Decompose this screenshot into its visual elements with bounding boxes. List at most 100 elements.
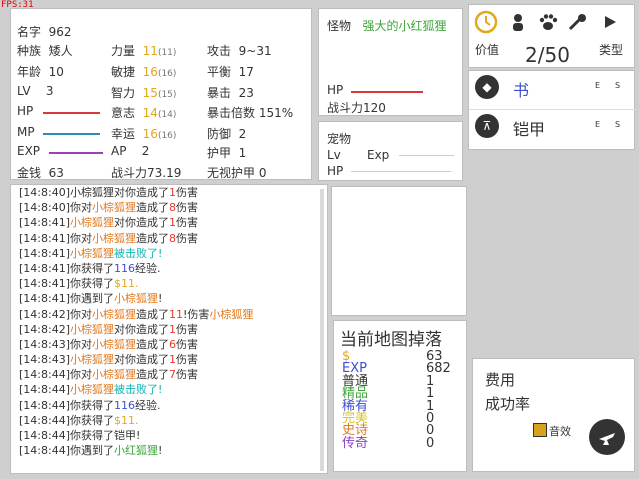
log-segment: 小红狐狸 <box>114 444 158 458</box>
sort-type-label[interactable]: 类型 <box>599 41 623 58</box>
stat-armor: 护甲 1 <box>207 146 247 160</box>
log-segment: 1 <box>169 216 176 230</box>
stat-int: 智力 15(15) <box>111 86 177 100</box>
stat-agi: 敏捷 16(16) <box>111 65 177 79</box>
craft-button[interactable] <box>589 419 625 455</box>
player-exp-bar <box>49 152 103 154</box>
log-segment: $11. <box>114 277 139 291</box>
monster-power: 战斗力120 <box>327 101 386 115</box>
log-segment: 小棕狐狸 <box>70 383 114 397</box>
log-segment: 7 <box>169 368 176 382</box>
comet-icon <box>568 14 586 31</box>
log-entry: [14:8:41]你遇到了小棕狐狸! <box>11 291 327 306</box>
log-segment: 小棕狐狸 <box>92 368 136 382</box>
item-name: 书 <box>513 81 530 100</box>
player-level: 3 <box>45 84 54 98</box>
log-segment: [14:8:40]小棕狐狸对你造成了 <box>19 186 169 199</box>
sell-button[interactable]: S <box>615 120 620 129</box>
map-drops-panel: 当前地图掉落 $63 EXP 682 普通 1 精品 1 稀有 1 完美 0 史诗 0 传奇 0 <box>333 320 467 472</box>
anvil-icon <box>599 433 615 445</box>
pet-hp-bar <box>351 171 451 172</box>
log-entry: [14:8:42]小棕狐狸对你造成了1伤害 <box>11 322 327 337</box>
log-segment: 被击败了! <box>114 246 163 260</box>
log-segment: 伤害 <box>176 231 198 245</box>
log-entry: [14:8:40]你对小棕狐狸造成了8伤害 <box>11 200 327 215</box>
log-entry: [14:8:44]你获得了116经验. <box>11 398 327 413</box>
log-segment: 小棕狐狸 <box>114 292 158 306</box>
log-segment: 经验. <box>135 398 161 412</box>
log-segment: 造成了 <box>136 201 169 215</box>
sort-value-label[interactable]: 价值 <box>475 41 499 58</box>
log-segment: $11. <box>114 413 139 427</box>
log-segment: [14:8:44]你遇到了 <box>19 444 114 458</box>
pet-title: 宠物 <box>327 132 352 146</box>
log-entry: [14:8:41]小棕狐狸被击败了! <box>11 246 327 261</box>
log-segment: 造成了 <box>136 368 169 382</box>
log-entry: [14:8:41]小棕狐狸对你造成了1伤害 <box>11 215 327 230</box>
inventory-item-armor[interactable]: ⊼ 铠甲 E S <box>469 109 636 142</box>
inventory-item-book[interactable]: ◆ 书 E S <box>469 71 636 103</box>
log-segment: 小棕狐狸 <box>70 353 114 367</box>
gold-row: 金钱 63 <box>17 166 64 180</box>
level-row: LV 3 <box>17 84 54 98</box>
log-segment: [14:8:43] <box>19 353 70 367</box>
hp-label: HP <box>17 104 34 118</box>
log-segment: 116 <box>114 261 135 275</box>
log-segment: 小棕狐狸 <box>70 216 114 230</box>
log-segment: 造成了 <box>136 231 169 245</box>
log-entry: [14:8:44]小棕狐狸被击败了! <box>11 382 327 397</box>
success-rate-label: 成功率 <box>485 395 531 413</box>
log-segment: ! <box>136 429 141 442</box>
battle-log[interactable]: [14:8:40]小棕狐狸对你造成了1伤害 [14:8:40]你对小棕狐狸造成了8… <box>10 184 328 474</box>
log-segment: 对你造成了 <box>114 216 169 230</box>
monster-panel: 怪物 强大的小红狐狸 HP 战斗力120 <box>318 8 463 116</box>
log-entry: [14:8:42]你对小棕狐狸造成了11!伤害小棕狐狸 <box>11 307 327 322</box>
pet-lv-label: Lv <box>327 148 341 162</box>
log-segment: [14:8:40]你对 <box>19 201 92 215</box>
log-segment: 伤害 <box>176 353 198 367</box>
pet-exp-label: Exp <box>367 148 390 162</box>
log-segment: 小棕狐狸 <box>92 231 136 245</box>
drops-title: 当前地图掉落 <box>340 330 442 350</box>
log-scrollbar[interactable] <box>320 189 324 471</box>
log-segment: 小棕狐狸 <box>70 246 114 260</box>
sell-button[interactable]: S <box>615 81 620 90</box>
player-mp-bar <box>43 133 100 135</box>
log-segment: 伤害 <box>176 216 198 230</box>
log-segment: [14:8:43]你对 <box>19 337 92 351</box>
tab-person[interactable] <box>505 9 531 35</box>
log-entry: [14:8:41]你对小棕狐狸造成了8伤害 <box>11 231 327 246</box>
log-segment: 伤害 <box>176 322 198 336</box>
tab-pet[interactable] <box>535 9 561 35</box>
paw-icon <box>539 14 558 30</box>
drops-list: $63 EXP 682 普通 1 精品 1 稀有 1 完美 0 史诗 0 传奇 0 <box>342 350 462 450</box>
log-entry: [14:8:43]小棕狐狸对你造成了1伤害 <box>11 352 327 367</box>
monster-hp-label: HP <box>327 83 344 97</box>
stat-bal: 平衡 17 <box>207 65 254 79</box>
log-segment: 经验. <box>135 261 161 275</box>
sound-checkbox[interactable] <box>533 423 547 437</box>
clock-icon <box>474 10 498 34</box>
race-row: 种族 矮人 <box>17 44 73 58</box>
stat-pierce: 无视护甲 0 <box>207 166 267 180</box>
player-race: 矮人 <box>48 44 73 58</box>
log-segment: 1 <box>169 186 176 199</box>
log-segment: 小棕狐狸 <box>209 307 254 321</box>
tab-play[interactable] <box>597 9 623 35</box>
equip-button[interactable]: E <box>595 120 600 129</box>
player-age: 10 <box>48 65 64 79</box>
tab-value-sort[interactable] <box>473 9 499 35</box>
stat-wil: 意志 14(14) <box>111 106 177 120</box>
person-icon <box>513 14 523 31</box>
log-entry: [14:8:44]你获得了$11. <box>11 413 327 428</box>
log-segment: 对你造成了 <box>114 322 169 336</box>
monster-name: 小红狐狸 <box>398 19 447 33</box>
log-segment: [14:8:41]你对 <box>19 231 92 245</box>
monster-title: 怪物 强大的小红狐狸 <box>327 19 447 33</box>
log-entry: [14:8:41]你获得了116经验. <box>11 261 327 276</box>
play-icon <box>605 16 616 28</box>
tab-skill[interactable] <box>565 9 591 35</box>
stat-power: 战斗力73.19 <box>111 166 182 180</box>
log-segment: ! <box>158 444 163 458</box>
equip-button[interactable]: E <box>595 81 600 90</box>
